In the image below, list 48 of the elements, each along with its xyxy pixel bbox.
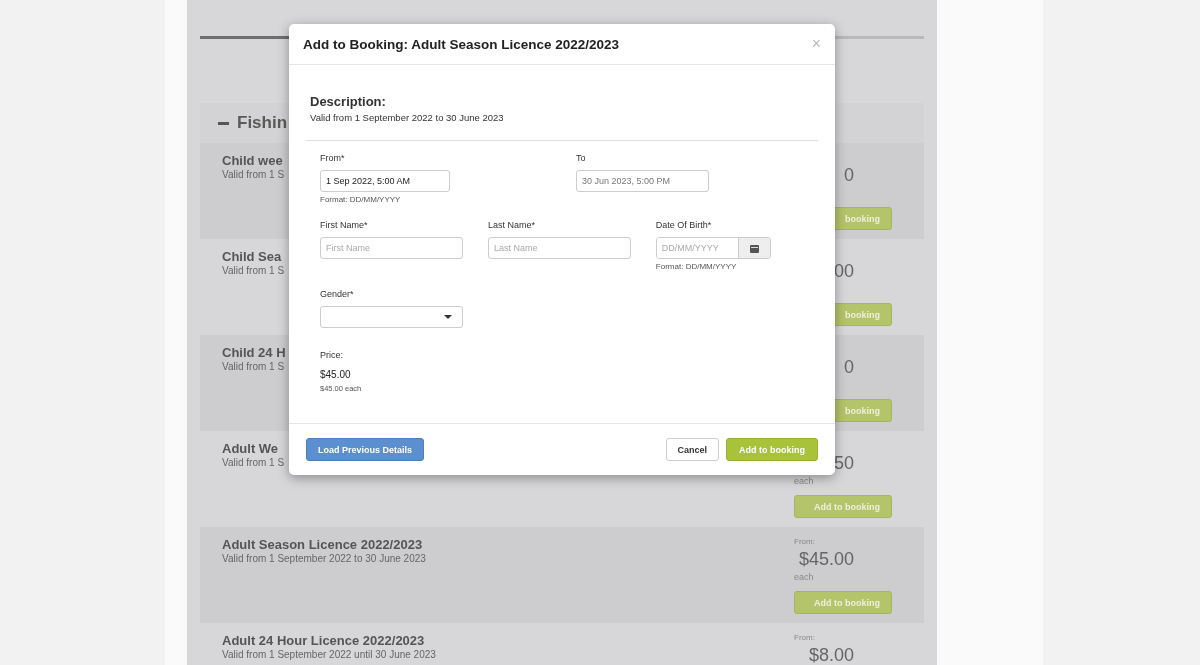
date-of-birth-field[interactable]: DD/MM/YYYY (655, 237, 771, 259)
format-hint: Format: DD/MM/YYYY (655, 262, 737, 271)
dialog-title: Add to Booking: Adult Season Licence 2022/2023 (303, 36, 620, 52)
licence-title: Adult Season Licence 2022/2023 (222, 537, 423, 552)
calendar-icon[interactable] (749, 243, 759, 253)
licence-title: Child Sea (222, 249, 282, 264)
section-title: Fishin (237, 113, 288, 133)
cancel-button[interactable]: Cancel (665, 438, 719, 461)
licence-price: 00 (832, 261, 854, 282)
description-label: Description: (310, 94, 387, 109)
last-name-field[interactable]: Last Name (487, 237, 631, 259)
price-amount: $45.00 (320, 369, 351, 380)
description-text: Valid from 1 September 2022 to 30 June 2023 (310, 112, 505, 123)
each-label: each (794, 476, 814, 487)
licence-price: 0 (843, 165, 854, 186)
licence-validity: Valid from 1 S (222, 457, 285, 468)
licence-validity: Valid from 1 S (222, 169, 285, 180)
caret-icon (444, 315, 452, 319)
each-label: each (794, 572, 814, 583)
from-label: From: (794, 633, 815, 643)
add-to-booking-button[interactable]: Add to booking (726, 438, 818, 461)
add-to-booking-button[interactable]: Add to booking (794, 495, 892, 518)
licence-title: Child wee (222, 153, 283, 168)
licence-validity: Valid from 1 September 2022 until 30 June 2023 (222, 649, 436, 660)
field-label: Last Name* (487, 220, 535, 230)
field-label: Gender* (320, 289, 354, 299)
close-button[interactable]: × (811, 36, 821, 52)
licence-validity: Valid from 1 S (222, 265, 285, 276)
licence-title: Adult We (222, 441, 279, 456)
load-previous-details-button[interactable]: Load Previous Details (306, 438, 425, 461)
add-to-booking-button[interactable]: Add to booking (794, 591, 892, 614)
licence-title: Adult 24 Hour Licence 2022/2023 (222, 633, 425, 648)
field-label: First Name* (320, 220, 368, 230)
licence-title: Child 24 H (222, 345, 286, 360)
field-label: Date Of Birth* (655, 220, 712, 230)
licence-validity: Valid from 1 S (222, 361, 285, 372)
format-hint: Format: DD/MM/YYYY (320, 195, 401, 204)
licence-price: 50 (832, 453, 854, 474)
price-label: Price: (320, 350, 343, 360)
licence-price: $45.00 (797, 549, 854, 570)
field-label: To (576, 153, 586, 163)
licence-price: $8.00 (807, 645, 854, 665)
from-date-field[interactable]: 1 Sep 2022, 5:00 AM (320, 170, 450, 192)
field-label: From* (320, 153, 345, 163)
to-date-field[interactable]: 30 Jun 2023, 5:00 PM (576, 170, 709, 192)
first-name-field[interactable]: First Name (320, 237, 463, 259)
licence-price: 0 (843, 357, 854, 378)
licence-validity: Valid from 1 September 2022 to 30 June 2023 (222, 553, 426, 564)
